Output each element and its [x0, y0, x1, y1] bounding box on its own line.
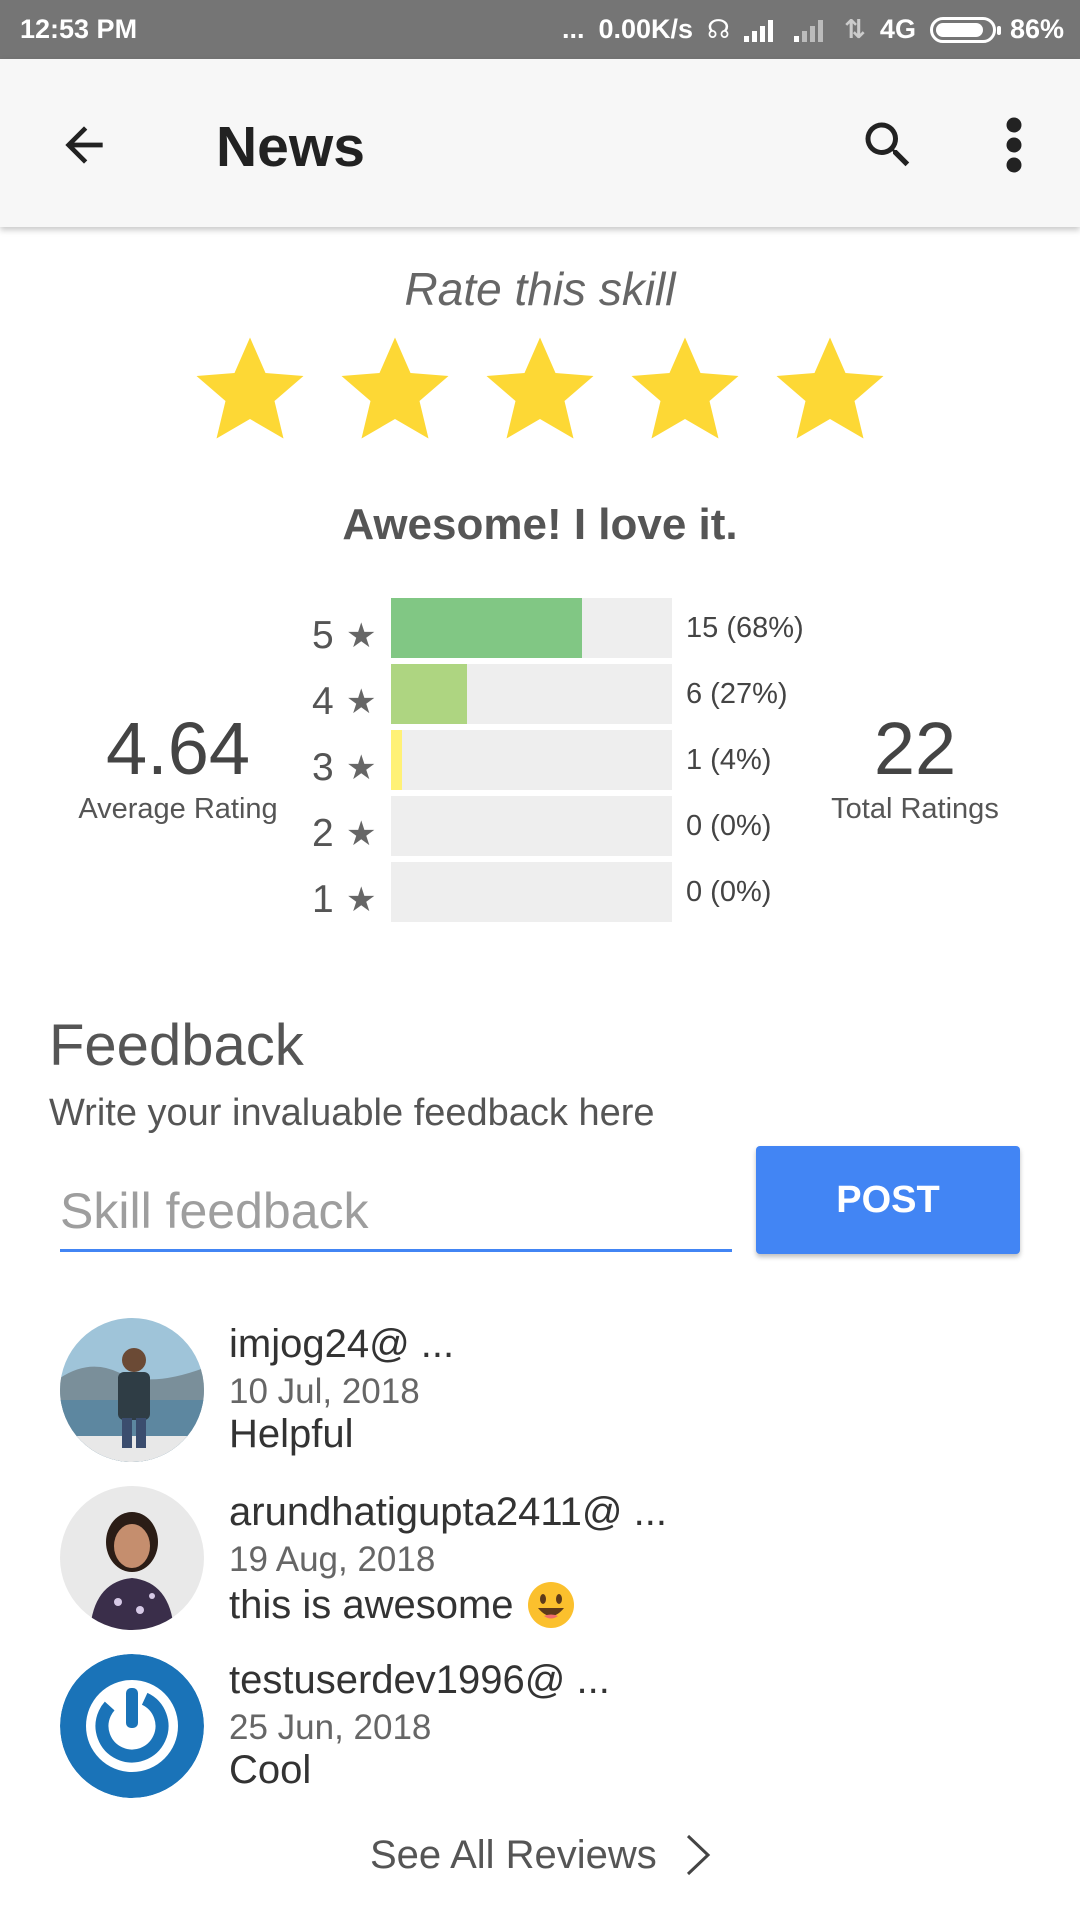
star-icon: ★ [346, 749, 377, 787]
review-item: arundhatigupta2411@ ... 19 Aug, 2018 thi… [60, 1486, 1020, 1636]
status-dots: ... [561, 14, 585, 44]
rating-star-2[interactable] [333, 330, 457, 450]
search-icon[interactable] [858, 115, 918, 175]
review-text: this is awesome [229, 1582, 514, 1627]
review-user: imjog24@ ... [229, 1322, 455, 1366]
star-icon: ★ [346, 815, 377, 853]
feedback-title: Feedback [49, 1013, 304, 1078]
rating-star-3[interactable] [478, 330, 602, 450]
rating-row-5: 5 ★ 15 (68%) [300, 598, 820, 658]
rating-row-count: 0 (0%) [686, 876, 772, 908]
see-all-reviews-link[interactable]: See All Reviews [370, 1832, 713, 1878]
star-icon: ★ [346, 617, 377, 655]
avatar [60, 1654, 204, 1798]
star-rating-input [188, 330, 892, 454]
review-text: Helpful [229, 1412, 354, 1456]
review-text-row: this is awesome [229, 1580, 576, 1630]
chevron-right-icon [686, 1834, 710, 1876]
review-text-row: Cool [229, 1748, 311, 1793]
rating-row-stars: 2 [312, 812, 334, 855]
network-speed: 0.00K/s [598, 14, 694, 44]
rating-row-stars: 1 [312, 878, 334, 921]
post-button[interactable]: POST [756, 1146, 1020, 1254]
review-user: testuserdev1996@ ... [229, 1658, 610, 1702]
rating-row-4: 4 ★ 6 (27%) [300, 664, 820, 724]
status-time: 12:53 PM [20, 14, 138, 44]
see-all-reviews-label: See All Reviews [370, 1832, 657, 1877]
rating-bar-fill [391, 598, 583, 658]
review-date: 19 Aug, 2018 [229, 1540, 436, 1579]
rating-row-count: 1 (4%) [686, 744, 772, 776]
rating-row-1: 1 ★ 0 (0%) [300, 862, 820, 922]
smiling-face-emoji [527, 1582, 574, 1628]
battery-icon [929, 16, 1001, 43]
signal-icon [744, 19, 774, 42]
headphones-icon: ☊ [707, 14, 731, 44]
rating-row-count: 6 (27%) [686, 678, 788, 710]
rating-row-stars: 3 [312, 746, 334, 789]
review-text-row: Helpful [229, 1412, 354, 1457]
review-text: Cool [229, 1748, 312, 1792]
total-ratings-value: 22 [873, 707, 957, 790]
rating-bar-fill [391, 730, 403, 790]
back-arrow-icon[interactable] [56, 117, 112, 173]
rating-star-5[interactable] [768, 330, 892, 450]
rating-star-4[interactable] [623, 330, 747, 450]
rate-skill-title: Rate this skill [404, 263, 676, 315]
review-item: testuserdev1996@ ... 25 Jun, 2018 Cool [60, 1654, 1020, 1804]
review-user: arundhatigupta2411@ ... [229, 1490, 667, 1534]
rating-bar-track [391, 796, 672, 856]
rating-bar-fill [391, 664, 467, 724]
app-bar: News [0, 59, 1080, 227]
rating-bar-track [391, 664, 672, 724]
rating-bar-track [391, 598, 672, 658]
feedback-subtitle: Write your invaluable feedback here [49, 1092, 655, 1134]
average-rating-value: 4.64 [105, 707, 251, 790]
more-vert-icon[interactable] [1000, 115, 1028, 175]
rating-bar-track [391, 730, 672, 790]
review-date: 25 Jun, 2018 [229, 1708, 432, 1747]
review-date: 10 Jul, 2018 [229, 1372, 420, 1411]
rating-row-stars: 5 [312, 614, 334, 657]
skill-feedback-input[interactable] [60, 1172, 732, 1252]
rating-star-1[interactable] [188, 330, 312, 450]
review-item: imjog24@ ... 10 Jul, 2018 Helpful [60, 1318, 1020, 1468]
rating-row-2: 2 ★ 0 (0%) [300, 796, 820, 856]
signal-weak-icon [794, 19, 824, 42]
star-icon: ★ [346, 881, 377, 919]
average-rating-label: Average Rating [78, 793, 278, 825]
avatar [60, 1486, 204, 1630]
rating-row-stars: 4 [312, 680, 334, 723]
network-type: 4G [879, 14, 916, 44]
total-ratings-label: Total Ratings [831, 793, 999, 825]
rating-row-count: 15 (68%) [686, 612, 804, 644]
page-title: News [216, 115, 365, 179]
status-indicators: ... 0.00K/s ☊ ⇅ 4G 86% [562, 14, 1064, 45]
battery-level: 86% [1009, 14, 1064, 44]
data-transfer-icon: ⇅ [844, 14, 866, 44]
rating-row-count: 0 (0%) [686, 810, 772, 842]
star-icon: ★ [346, 683, 377, 721]
rating-caption: Awesome! I love it. [342, 500, 738, 549]
rating-bar-track [391, 862, 672, 922]
rating-row-3: 3 ★ 1 (4%) [300, 730, 820, 790]
status-bar: 12:53 PM ... 0.00K/s ☊ ⇅ 4G 86% [0, 0, 1080, 59]
avatar [60, 1318, 204, 1462]
